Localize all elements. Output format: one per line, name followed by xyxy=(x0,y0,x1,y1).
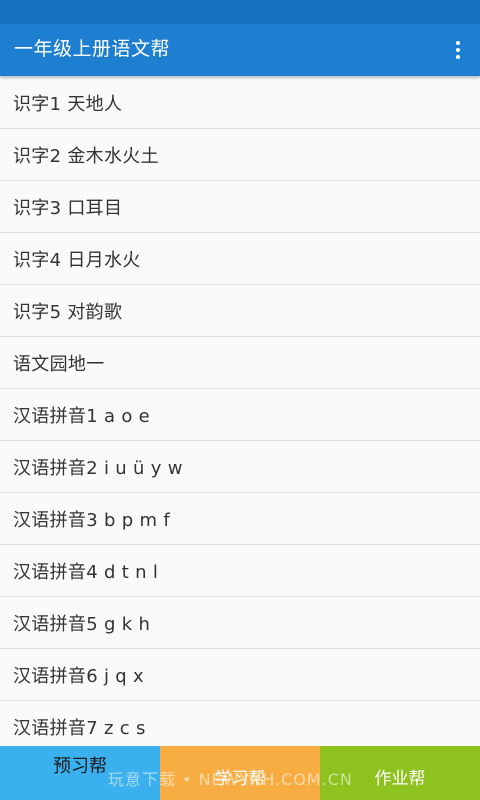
lesson-item[interactable]: 识字2 金木水火土 xyxy=(0,129,480,181)
more-vertical-icon[interactable] xyxy=(446,36,470,64)
menu-dot xyxy=(456,41,460,45)
menu-dot xyxy=(456,48,460,52)
lesson-label: 汉语拼音7 z c s xyxy=(13,717,146,739)
tab-homework-help[interactable]: 作业帮 xyxy=(320,746,480,800)
lesson-label: 识字3 口耳目 xyxy=(13,197,123,219)
lesson-label: 汉语拼音1 a o e xyxy=(13,405,151,427)
tab-study-help[interactable]: 学习帮 xyxy=(160,746,320,800)
tab-label: 学习帮 xyxy=(214,769,266,789)
lesson-item[interactable]: 汉语拼音1 a o e xyxy=(0,389,480,441)
lesson-label: 汉语拼音2 i u ü y w xyxy=(13,457,183,479)
tab-label: 预习帮 xyxy=(53,756,107,777)
tab-label: 作业帮 xyxy=(374,769,426,789)
lesson-item[interactable]: 汉语拼音7 z c s xyxy=(0,701,480,746)
lesson-item[interactable]: 汉语拼音6 j q x xyxy=(0,649,480,701)
app-toolbar: 一年级上册语文帮 xyxy=(0,24,480,76)
lesson-label: 识字5 对韵歌 xyxy=(13,301,123,323)
lesson-label: 汉语拼音3 b p m f xyxy=(13,509,170,531)
lesson-item[interactable]: 语文园地一 xyxy=(0,337,480,389)
lesson-label: 识字4 日月水火 xyxy=(13,249,141,271)
lesson-label: 汉语拼音4 d t n l xyxy=(13,561,159,583)
lesson-label: 汉语拼音5 g k h xyxy=(13,613,151,635)
lesson-label: 识字2 金木水火土 xyxy=(13,145,159,167)
lesson-item[interactable]: 识字3 口耳目 xyxy=(0,181,480,233)
lesson-item[interactable]: 识字5 对韵歌 xyxy=(0,285,480,337)
lesson-item[interactable]: 汉语拼音4 d t n l xyxy=(0,545,480,597)
lesson-item[interactable]: 汉语拼音2 i u ü y w xyxy=(0,441,480,493)
lesson-item[interactable]: 识字1 天地人 xyxy=(0,77,480,129)
status-bar xyxy=(0,0,480,24)
lesson-item[interactable]: 汉语拼音3 b p m f xyxy=(0,493,480,545)
lesson-item[interactable]: 识字4 日月水火 xyxy=(0,233,480,285)
lesson-label: 语文园地一 xyxy=(13,353,105,375)
menu-dot xyxy=(456,55,460,59)
tab-preview-help[interactable]: 预习帮 xyxy=(0,746,160,800)
lesson-label: 汉语拼音6 j q x xyxy=(13,665,144,687)
lesson-label: 识字1 天地人 xyxy=(13,93,123,115)
app-title: 一年级上册语文帮 xyxy=(14,38,171,60)
bottom-navigation: 预习帮 学习帮 作业帮 xyxy=(0,746,480,800)
app-screen: 一年级上册语文帮 识字1 天地人 识字2 金木水火土 识字3 口耳目 识字4 日… xyxy=(0,0,480,800)
lesson-list[interactable]: 识字1 天地人 识字2 金木水火土 识字3 口耳目 识字4 日月水火 识字5 对… xyxy=(0,77,480,746)
lesson-item[interactable]: 汉语拼音5 g k h xyxy=(0,597,480,649)
